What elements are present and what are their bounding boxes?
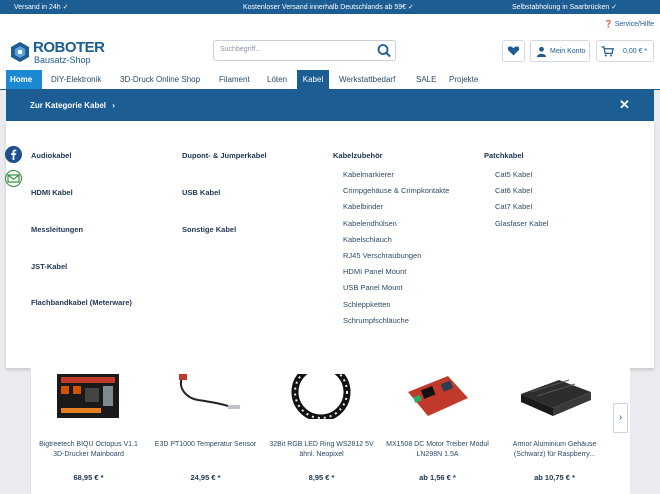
product-name[interactable]: 32Bit RGB LED Ring WS2812 5V ähnl. Neopi…: [268, 440, 375, 460]
product-price: 68,95 € *: [73, 473, 104, 482]
nav-diy-elektronik[interactable]: DIY-Elektronik: [47, 70, 105, 90]
cat-jst-kabel[interactable]: JST-Kabel: [31, 262, 67, 271]
sub-kabelendhuelsen[interactable]: Kabelendhülsen: [343, 219, 397, 228]
cat-patchkabel[interactable]: Patchkabel: [484, 151, 524, 160]
product-card[interactable]: E3D PT1000 Temperatur Sensor 24,95 € *: [148, 368, 263, 494]
logo-title: ROBOTER: [33, 39, 105, 56]
product-image-temperature-sensor: [179, 374, 240, 409]
info-pickup: Selbstabholung in Saarbrücken ✓: [512, 4, 618, 11]
nav-sale[interactable]: SALE: [412, 70, 440, 90]
slider-next-button[interactable]: ›: [613, 403, 628, 433]
sub-crimpgehaeuse[interactable]: Crimpgehäuse & Crimpkontakte: [343, 186, 449, 195]
sub-usb-panel-mount[interactable]: USB Panel Mount: [343, 283, 403, 292]
sub-glasfaser-kabel[interactable]: Glasfaser Kabel: [495, 219, 548, 228]
product-name[interactable]: Armor Aluminium Gehäuse (Schwarz) für Ra…: [501, 440, 608, 460]
search-input[interactable]: Suchbegriff...: [213, 40, 396, 61]
user-icon: [536, 46, 547, 57]
product-card[interactable]: Bigtreetech BIQU Octopus V1.1 3D-Drucker…: [31, 368, 146, 494]
cat-messleitungen[interactable]: Messleitungen: [31, 225, 83, 234]
product-card[interactable]: MX1508 DC Motor Treiber Modul LN298N 1.5…: [380, 368, 495, 494]
product-image-aluminium-case: [521, 379, 591, 416]
product-image-motor-driver: [408, 376, 468, 416]
product-price: ab 1,56 € *: [419, 473, 456, 482]
wishlist-button[interactable]: [502, 40, 525, 62]
sub-rj45-verschraubungen[interactable]: RJ45 Verschraubungen: [343, 251, 421, 260]
flyout-title: Zur Kategorie Kabel: [30, 101, 107, 110]
account-label: Mein Konto: [550, 48, 586, 55]
nav-filament[interactable]: Filament: [215, 70, 254, 90]
close-icon[interactable]: ✕: [619, 97, 630, 113]
main-nav: Home DIY-Elektronik 3D-Druck Online Shop…: [0, 70, 660, 90]
nav-projekte[interactable]: Projekte: [445, 70, 482, 90]
product-name[interactable]: E3D PT1000 Temperatur Sensor: [152, 440, 259, 450]
logo[interactable]: ROBOTER Bausatz-Shop: [10, 39, 105, 69]
sub-hdmi-panel-mount[interactable]: HDMI Panel Mount: [343, 267, 406, 276]
chevron-right-icon: ›: [112, 101, 115, 110]
flyout-header: Zur Kategorie Kabel › ✕: [6, 90, 654, 121]
product-card[interactable]: 32Bit RGB LED Ring WS2812 5V ähnl. Neopi…: [264, 368, 379, 494]
nav-home[interactable]: Home: [6, 70, 42, 90]
roboter-logo-icon: [11, 42, 29, 62]
product-slider: Bigtreetech BIQU Octopus V1.1 3D-Drucker…: [30, 368, 630, 494]
sub-schleppketten[interactable]: Schleppketten: [343, 300, 391, 309]
cat-usb-kabel[interactable]: USB Kabel: [182, 188, 220, 197]
cat-dupont-jumperkabel[interactable]: Dupont- & Jumperkabel: [182, 151, 267, 160]
search-icon[interactable]: [373, 41, 395, 60]
cart-icon: [601, 46, 614, 57]
nav-3d-druck[interactable]: 3D-Druck Online Shop: [116, 70, 204, 90]
mail-icon[interactable]: [5, 170, 22, 187]
nav-loeten[interactable]: Löten: [263, 70, 291, 90]
service-help-label: Service/Hilfe: [614, 21, 654, 28]
cart-total: 0,00 € *: [623, 48, 648, 55]
facebook-icon[interactable]: [5, 146, 22, 163]
info-shipping-24h: Versand in 24h ✓: [14, 4, 69, 11]
product-price: 8,95 € *: [308, 473, 335, 482]
cat-flachbandkabel[interactable]: Flachbandkabel (Meterware): [31, 298, 132, 307]
cat-audiokabel[interactable]: Audiokabel: [31, 151, 71, 160]
nav-werkstattbedarf[interactable]: Werkstattbedarf: [335, 70, 399, 90]
sub-cat7-kabel[interactable]: Cat7 Kabel: [495, 202, 532, 211]
cat-kabelzubehoer[interactable]: Kabelzubehör: [333, 151, 383, 160]
sub-kabelmarkierer[interactable]: Kabelmarkierer: [343, 170, 394, 179]
flyout-category-link[interactable]: Zur Kategorie Kabel ›: [30, 101, 115, 110]
sub-cat6-kabel[interactable]: Cat6 Kabel: [495, 186, 532, 195]
info-free-shipping: Kostenloser Versand innerhalb Deutschlan…: [243, 4, 414, 11]
product-name[interactable]: Bigtreetech BIQU Octopus V1.1 3D-Drucker…: [35, 440, 142, 460]
cat-hdmi-kabel[interactable]: HDMI Kabel: [31, 188, 73, 197]
info-bar: Versand in 24h ✓ Kostenloser Versand inn…: [0, 0, 660, 14]
product-image-led-ring: [291, 374, 351, 419]
product-name[interactable]: MX1508 DC Motor Treiber Modul LN298N 1.5…: [384, 440, 491, 460]
help-icon: ❓: [604, 21, 613, 28]
cart-button[interactable]: 0,00 € *: [596, 40, 654, 62]
product-price: ab 10,75 € *: [534, 473, 575, 482]
search-placeholder: Suchbegriff...: [220, 46, 262, 53]
mail-glyph: [7, 174, 20, 183]
product-price: 24,95 € *: [190, 473, 221, 482]
nav-kabel[interactable]: Kabel: [297, 70, 329, 90]
sub-kabelschlauch[interactable]: Kabelschlauch: [343, 235, 392, 244]
logo-subtitle: Bausatz-Shop: [34, 55, 91, 65]
service-help-link[interactable]: ❓ Service/Hilfe: [604, 20, 654, 28]
cat-sonstige-kabel[interactable]: Sonstige Kabel: [182, 225, 236, 234]
facebook-glyph: [11, 149, 17, 160]
product-image-mainboard: [57, 374, 119, 418]
sub-kabelbinder[interactable]: Kabelbinder: [343, 202, 383, 211]
sub-schrumpfschlaeuche[interactable]: Schrumpfschläuche: [343, 316, 409, 325]
product-card[interactable]: Armor Aluminium Gehäuse (Schwarz) für Ra…: [497, 368, 612, 494]
account-button[interactable]: Mein Konto: [530, 40, 590, 62]
flyout-menu: Audiokabel HDMI Kabel Messleitungen JST-…: [6, 121, 654, 368]
heart-icon: [507, 46, 520, 56]
sub-cat5-kabel[interactable]: Cat5 Kabel: [495, 170, 532, 179]
